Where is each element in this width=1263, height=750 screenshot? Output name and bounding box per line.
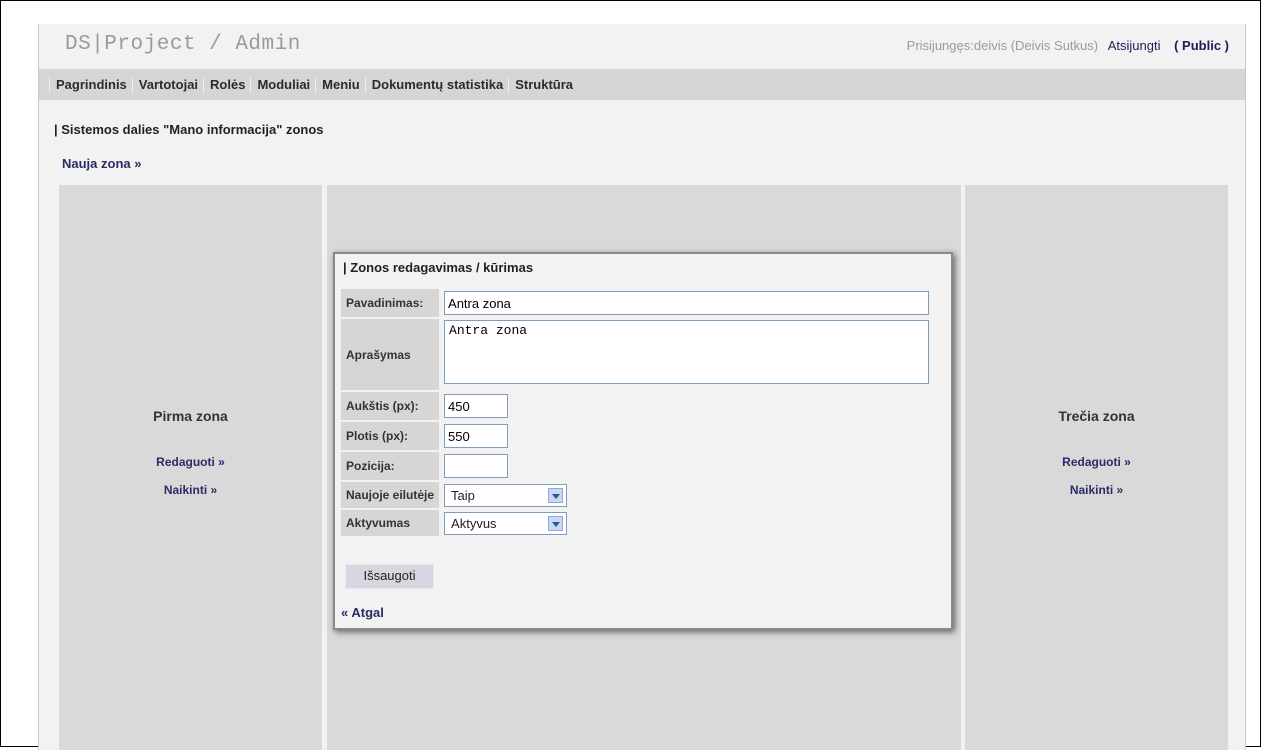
zone-edit-link[interactable]: Redaguoti »	[965, 455, 1228, 469]
newline-selected-value: Taip	[451, 487, 475, 503]
public-link[interactable]: ( Public )	[1174, 38, 1229, 53]
height-cell	[439, 392, 930, 420]
description-cell: Antra zona	[439, 319, 930, 390]
width-label: Plotis (px):	[341, 422, 440, 450]
nav-item-vartotojai[interactable]: Vartotojai	[131, 77, 203, 92]
newline-select[interactable]: Taip	[444, 483, 568, 507]
width-cell	[439, 422, 930, 450]
form-row-name: Pavadinimas:	[341, 289, 930, 317]
section-title: | Sistemos dalies "Mano informacija" zon…	[54, 122, 324, 137]
active-select[interactable]: Aktyvus	[444, 511, 568, 535]
nav-item-moduliai[interactable]: Moduliai	[250, 77, 315, 92]
form-row-description: Aprašymas Antra zona	[341, 319, 930, 390]
nav-item-struktura[interactable]: Struktūra	[508, 77, 578, 92]
zone-edit-link[interactable]: Redaguoti »	[59, 455, 322, 469]
description-label: Aprašymas	[341, 319, 440, 390]
active-label: Aktyvumas	[341, 510, 440, 536]
nav-item-roles[interactable]: Rolės	[203, 77, 250, 92]
name-label: Pavadinimas:	[341, 289, 440, 317]
height-input[interactable]	[444, 394, 509, 418]
zone-editor-dialog: | Zonos redagavimas / kūrimas Pavadinima…	[333, 252, 953, 630]
form-row-newline: Naujoje eilutėje Taip	[341, 482, 930, 508]
chevron-down-icon[interactable]	[548, 515, 564, 531]
form-row-active: Aktyvumas Aktyvus	[341, 510, 930, 536]
active-cell: Aktyvus	[439, 510, 930, 536]
width-input[interactable]	[444, 424, 509, 448]
zone-delete-link[interactable]: Naikinti »	[59, 483, 322, 497]
new-zone-link[interactable]: Nauja zona »	[62, 156, 141, 171]
login-info: Prisijungęs:deivis (Deivis Sutkus)	[906, 38, 1099, 53]
form-row-width: Plotis (px):	[341, 422, 930, 450]
zone-delete-link[interactable]: Naikinti »	[965, 483, 1228, 497]
back-link[interactable]: « Atgal	[341, 605, 384, 620]
nav-item-pagrindinis[interactable]: Pagrindinis	[49, 77, 132, 92]
description-textarea[interactable]: Antra zona	[444, 320, 930, 384]
form-row-height: Aukštis (px):	[341, 392, 930, 420]
form-row-position: Pozicija:	[341, 452, 930, 480]
zone-title: Trečia zona	[1058, 408, 1135, 424]
save-button[interactable]: Išsaugoti	[345, 564, 434, 589]
active-selected-value: Aktyvus	[451, 515, 497, 531]
zone-title: Pirma zona	[153, 408, 228, 424]
site-logo: DS|Project / Admin	[65, 33, 301, 56]
name-cell	[439, 289, 930, 317]
name-input[interactable]	[444, 291, 930, 315]
zone-panel-third: Trečia zona Redaguoti » Naikinti »	[965, 185, 1228, 750]
newline-label: Naujoje eilutėje	[341, 482, 440, 508]
user-area: Prisijungęs:deivis (Deivis Sutkus) Atsij…	[901, 38, 1229, 53]
admin-page: DS|Project / Admin Prisijungęs:deivis (D…	[38, 24, 1246, 750]
nav-item-dokumentu-statistika[interactable]: Dokumentų statistika	[364, 77, 508, 92]
height-label: Aukštis (px):	[341, 392, 440, 420]
position-cell	[439, 452, 930, 480]
position-label: Pozicija:	[341, 452, 440, 480]
newline-cell: Taip	[439, 482, 930, 508]
browser-frame: DS|Project / Admin Prisijungęs:deivis (D…	[0, 0, 1261, 750]
zone-form: Pavadinimas: Aprašymas Antra zona Aukšti…	[341, 287, 930, 538]
nav-item-meniu[interactable]: Meniu	[315, 77, 365, 92]
chevron-down-icon[interactable]	[548, 487, 564, 503]
editor-title: | Zonos redagavimas / kūrimas	[343, 260, 534, 275]
header: DS|Project / Admin Prisijungęs:deivis (D…	[39, 24, 1245, 68]
main-nav: Pagrindinis Vartotojai Rolės Moduliai Me…	[39, 69, 1245, 100]
position-input[interactable]	[444, 454, 509, 478]
zone-panel-first: Pirma zona Redaguoti » Naikinti »	[59, 185, 322, 750]
logout-link[interactable]: Atsijungti	[1108, 38, 1161, 53]
